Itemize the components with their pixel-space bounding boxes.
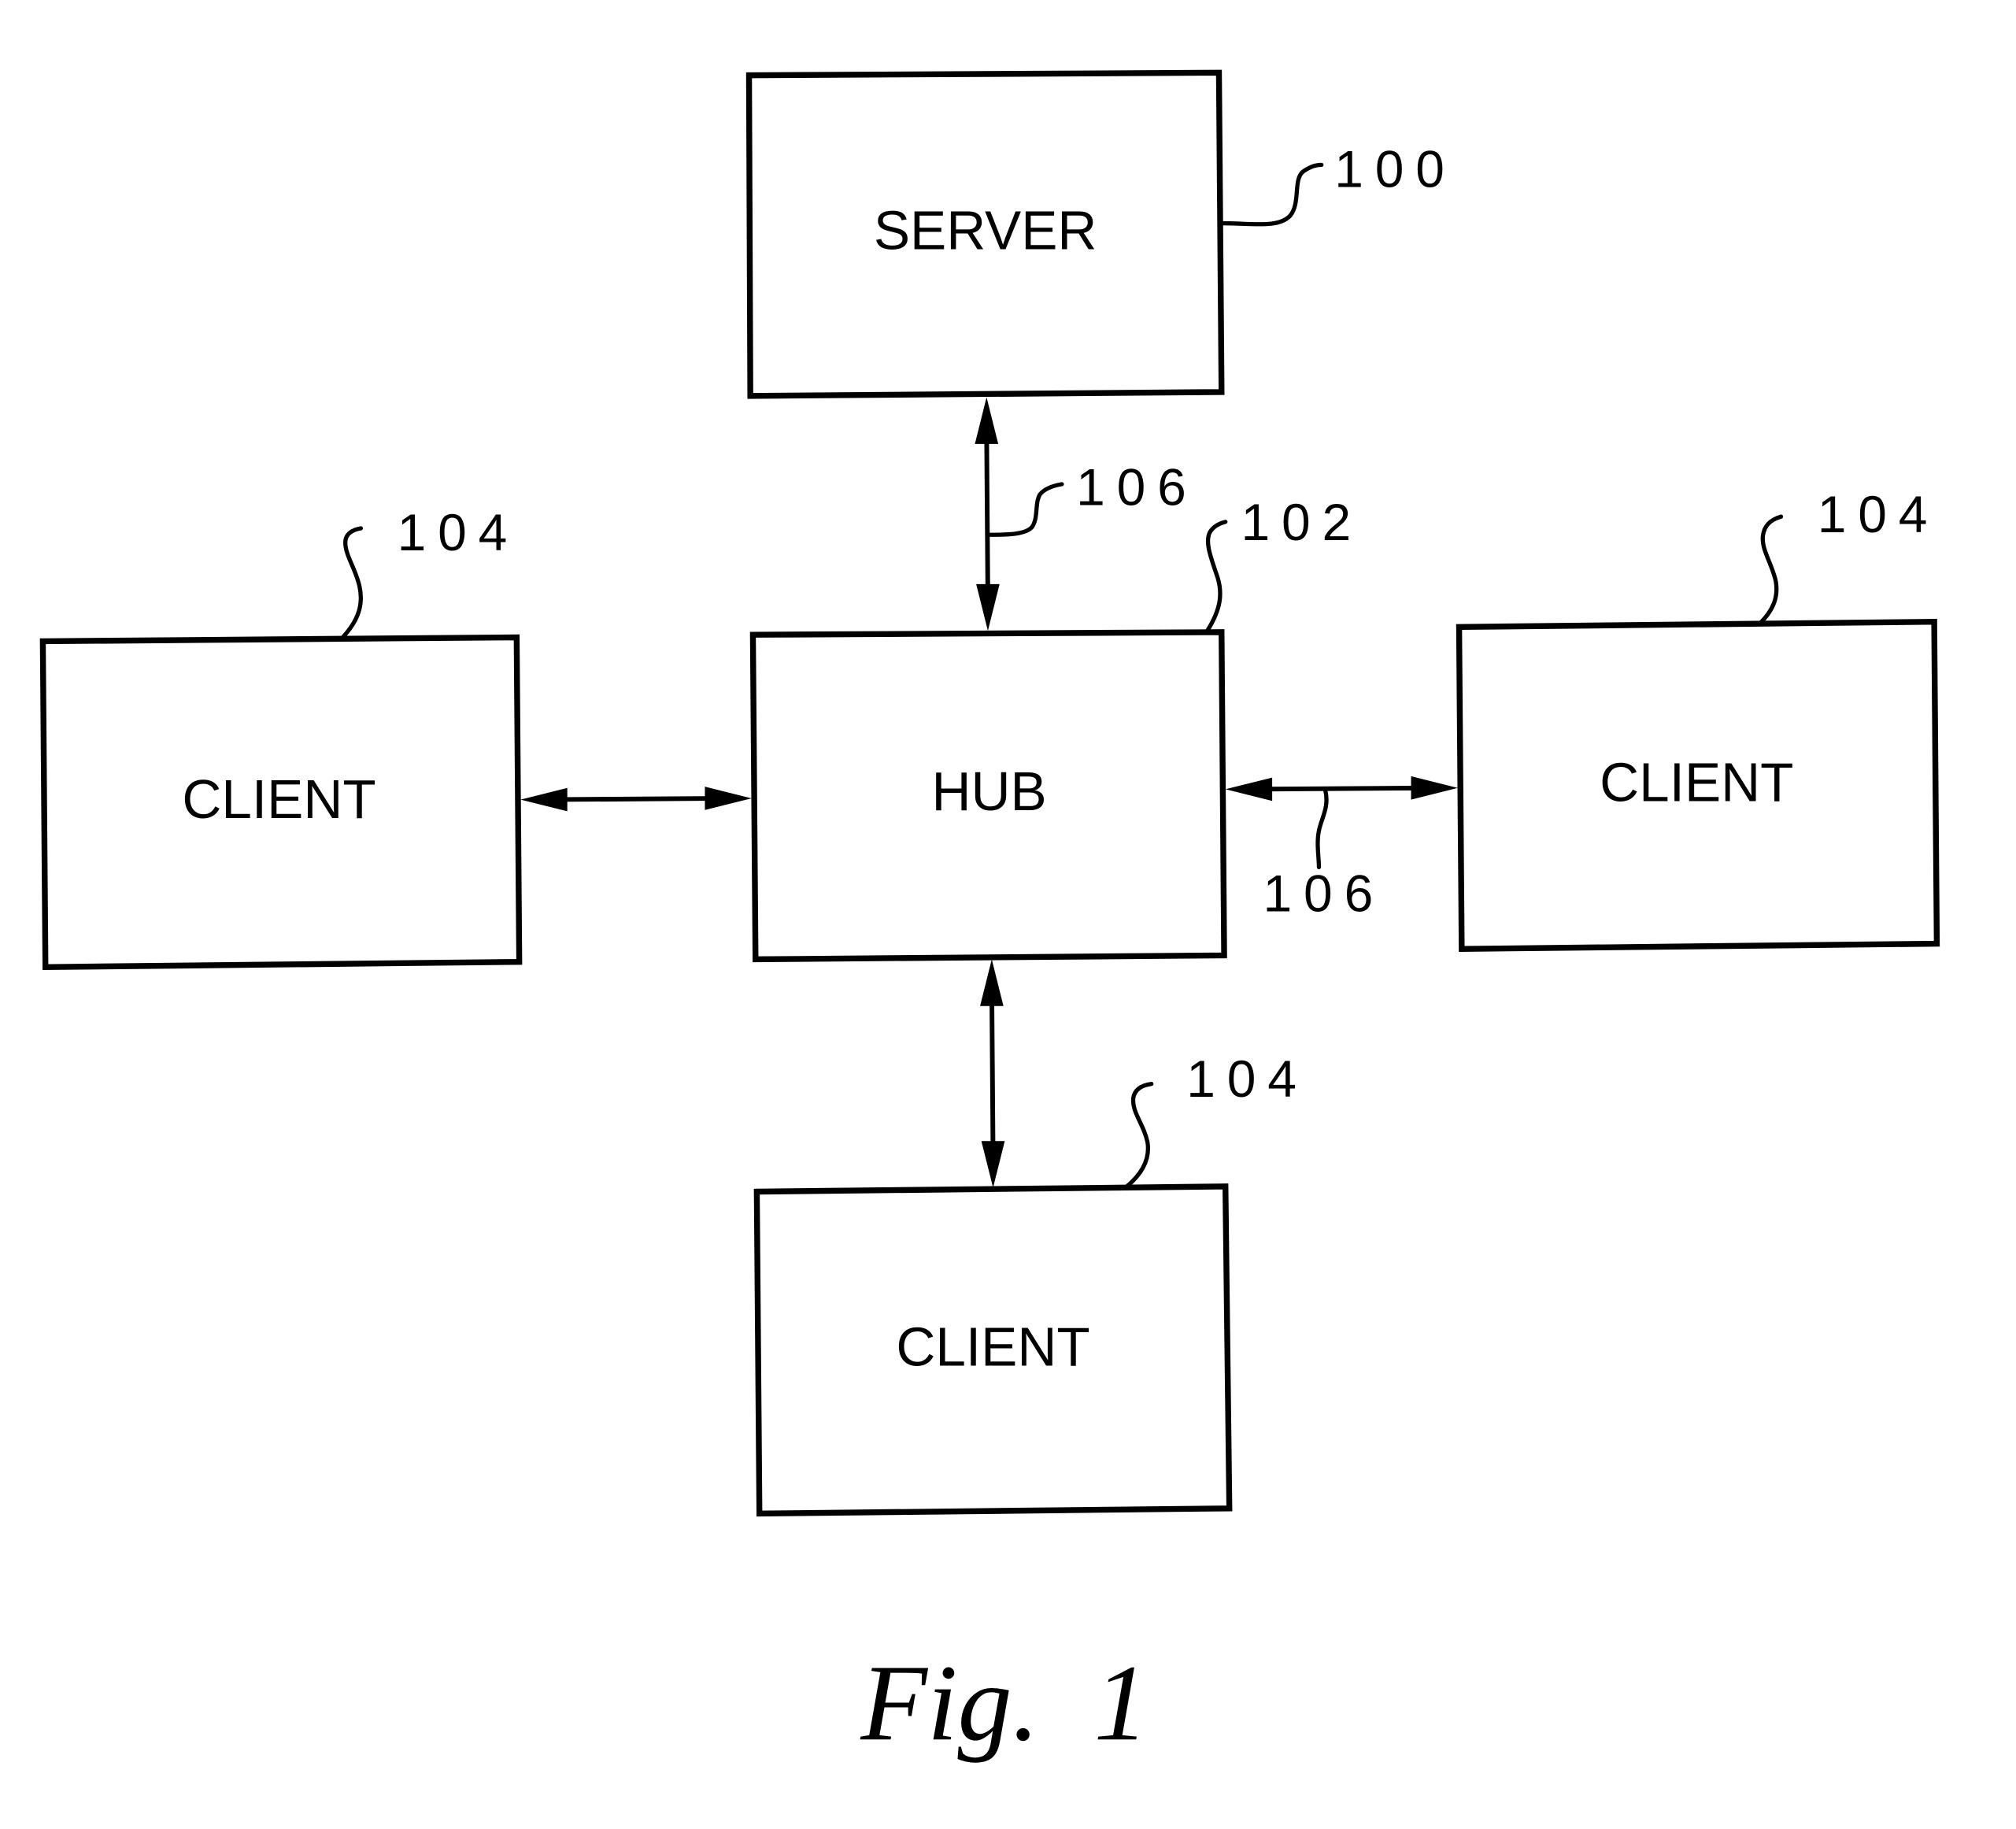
server-label: SERVER	[874, 200, 1097, 261]
client-right-node: CLIENT	[1456, 618, 1940, 952]
connection-server-hub-line	[984, 428, 990, 600]
hub-ref-label: 102	[1241, 493, 1363, 551]
hub-label: HUB	[931, 761, 1046, 822]
arrowhead-left-icon	[520, 787, 568, 812]
server-ref-leader	[1219, 162, 1324, 227]
connection-hub-client-right-line	[1248, 785, 1433, 792]
connection-hub-client-bottom	[980, 959, 1005, 1188]
client-left-node: CLIENT	[39, 634, 523, 971]
connection-hub-client-bottom-line	[989, 986, 996, 1158]
figure-caption: Fig. 1	[860, 1642, 1149, 1763]
client-right-ref-label: 104	[1818, 485, 1940, 543]
arrowhead-down-icon	[981, 1141, 1005, 1188]
client-left-label: CLIENT	[182, 768, 375, 830]
connection-hub-client-right	[1225, 776, 1458, 802]
server-hub-ref-leader	[986, 482, 1064, 537]
connection-client-left-hub-line	[545, 795, 727, 802]
network-diagram: SERVER 100 HUB 102 CLIENT 104 CLIENT 104…	[39, 69, 1940, 1763]
hub-node: HUB	[749, 629, 1227, 963]
client-left-ref-label: 104	[398, 503, 520, 561]
arrowhead-right-icon	[1411, 776, 1458, 800]
arrowhead-up-icon	[975, 397, 999, 444]
arrowhead-left-icon	[1225, 777, 1273, 802]
client-bottom-label: CLIENT	[896, 1316, 1089, 1378]
hub-client-right-ref-leader	[1315, 788, 1329, 869]
arrowhead-down-icon	[976, 583, 1000, 631]
hub-client-right-ref-label: 106	[1263, 864, 1385, 922]
client-right-label: CLIENT	[1600, 751, 1793, 813]
server-node: SERVER	[745, 69, 1225, 399]
server-ref-label: 100	[1334, 139, 1456, 198]
arrowhead-up-icon	[980, 959, 1004, 1006]
arrowhead-right-icon	[705, 787, 752, 810]
client-bottom-ref-label: 104	[1186, 1050, 1308, 1108]
hub-ref-leader	[1204, 520, 1228, 633]
client-bottom-ref-leader	[1124, 1082, 1154, 1189]
client-right-ref-leader	[1758, 514, 1784, 626]
connection-client-left-hub	[520, 787, 752, 812]
connection-server-hub	[975, 397, 1000, 631]
client-bottom-node: CLIENT	[753, 1183, 1233, 1517]
server-hub-ref-label: 106	[1076, 457, 1198, 516]
client-left-ref-leader	[340, 526, 364, 640]
